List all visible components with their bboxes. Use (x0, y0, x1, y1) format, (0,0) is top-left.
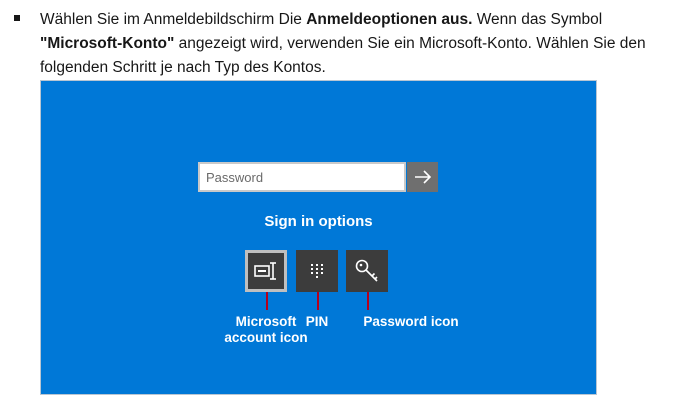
login-screen-image: Password Sign in options Microsoft accou… (40, 80, 597, 395)
password-option[interactable] (346, 250, 388, 292)
instruction-text-1: Wählen Sie im Anmeldebildschirm Die (40, 11, 307, 28)
microsoft-account-option[interactable] (245, 250, 287, 292)
pin-option[interactable] (296, 250, 338, 292)
key-icon (355, 259, 378, 282)
pin-caption: PIN (305, 314, 329, 329)
submit-button[interactable] (407, 162, 438, 192)
instruction-paragraph: Wählen Sie im Anmeldebildschirm Die Anme… (40, 8, 680, 80)
arrow-right-icon (414, 170, 431, 184)
microsoft-caption-line2: account icon (224, 330, 308, 345)
instruction-bold-1: Anmeldeoptionen aus. (306, 11, 473, 28)
instruction-text-2: Wenn das Symbol (472, 11, 603, 28)
bullet-marker (14, 15, 20, 21)
password-input[interactable]: Password (198, 162, 406, 192)
pin-pointer-line (317, 292, 319, 310)
microsoft-pointer-line (266, 292, 268, 310)
microsoft-account-icon (254, 262, 276, 280)
password-placeholder: Password (206, 170, 264, 185)
instruction-bold-2: "Microsoft-Konto" (40, 35, 175, 52)
password-icon-caption: Password icon (363, 314, 459, 329)
pin-keypad-icon (311, 264, 323, 278)
sign-in-options-label[interactable]: Sign in options (41, 213, 596, 230)
password-pointer-line (367, 292, 369, 310)
